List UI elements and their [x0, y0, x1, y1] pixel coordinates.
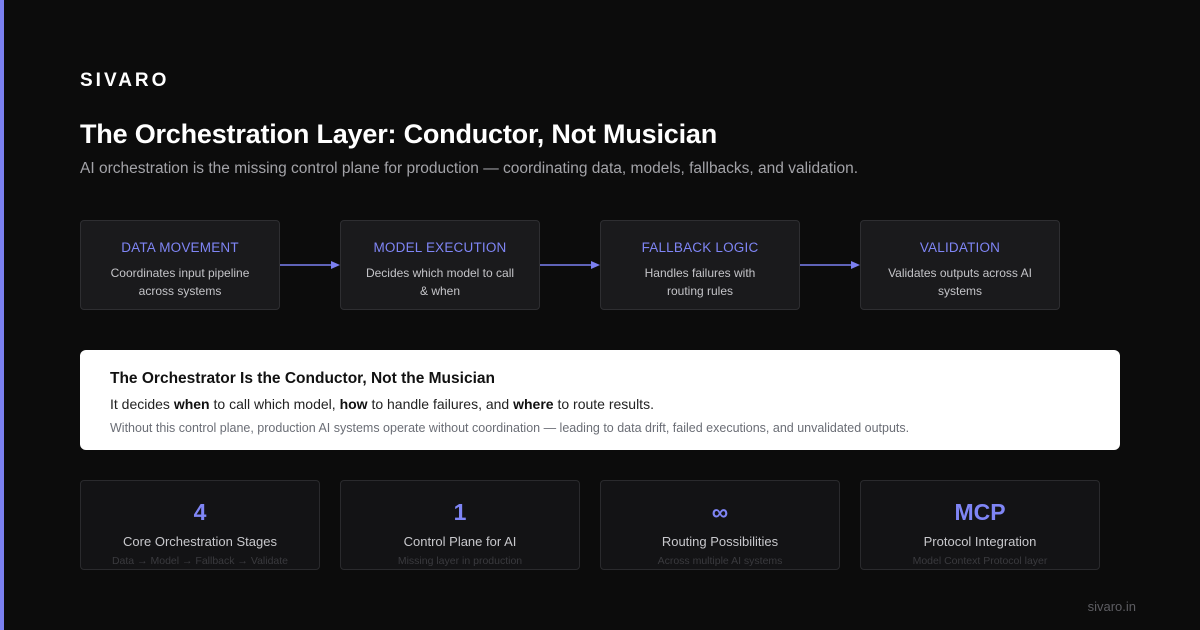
arrow-right-icon [280, 261, 340, 269]
callout-emphasis-how: how [339, 396, 368, 412]
stat-sublabel: Model Context Protocol layer [912, 555, 1048, 567]
accent-bar [0, 0, 4, 630]
stat-value: 1 [453, 499, 467, 525]
stat-value: ∞ [711, 499, 729, 525]
stat-sublabel: Data → Model → Fallback → Validate [111, 555, 289, 567]
callout-emphasis-where: where [513, 396, 554, 412]
callout-card: The Orchestrator Is the Conductor, Not t… [80, 350, 1120, 450]
stage-model-execution: MODEL EXECUTION Decides which model to c… [340, 220, 540, 310]
stage-data-movement: DATA MOVEMENT Coordinates input pipeline… [80, 220, 280, 310]
stat-card-protocol: MCP Protocol Integration Model Context P… [860, 480, 1100, 570]
callout-title: The Orchestrator Is the Conductor, Not t… [110, 370, 495, 387]
callout-statement: It decides when to call which model, how… [110, 396, 1090, 412]
callout-text: to call which model, [209, 396, 340, 412]
footer-url: sivaro.in [1087, 599, 1136, 614]
stage-title: MODEL EXECUTION [373, 240, 507, 255]
stat-sublabel: Missing layer in production [397, 555, 523, 567]
stat-label: Routing Possibilities [661, 534, 779, 549]
stat-value: 4 [193, 499, 207, 525]
stat-card-control-plane: 1 Control Plane for AI Missing layer in … [340, 480, 580, 570]
stage-validation: VALIDATION Validates outputs across AI s… [860, 220, 1060, 310]
stage-description: Handles failures with routing rules [644, 266, 756, 298]
callout-text: It decides [110, 396, 174, 412]
arrow-right-icon [540, 261, 600, 269]
stat-value: MCP [954, 499, 1006, 525]
stage-title: FALLBACK LOGIC [641, 240, 759, 255]
brand-logo: SIVARO [80, 70, 170, 91]
callout-emphasis-when: when [173, 396, 210, 412]
stage-description: Validates outputs across AI systems [888, 266, 1032, 298]
stage-description: Decides which model to call & when [365, 266, 515, 298]
callout-text: to handle failures, and [367, 396, 514, 412]
stat-card-routing: ∞ Routing Possibilities Across multiple … [600, 480, 840, 570]
arrow-right-icon [800, 261, 860, 269]
stat-card-stages: 4 Core Orchestration Stages Data → Model… [80, 480, 320, 570]
stage-description: Coordinates input pipeline across system… [110, 266, 250, 298]
stat-label: Control Plane for AI [403, 534, 517, 549]
stat-sublabel: Across multiple AI systems [657, 555, 783, 567]
callout-text: to route results. [553, 396, 654, 412]
stage-title: VALIDATION [919, 240, 1001, 255]
stat-label: Core Orchestration Stages [123, 534, 277, 549]
callout-note: Without this control plane, production A… [110, 421, 910, 435]
page-title: The Orchestration Layer: Conductor, Not … [80, 119, 717, 149]
stage-fallback-logic: FALLBACK LOGIC Handles failures with rou… [600, 220, 800, 310]
page-subtitle: AI orchestration is the missing control … [80, 160, 859, 177]
stat-label: Protocol Integration [923, 534, 1037, 549]
stage-title: DATA MOVEMENT [121, 240, 239, 255]
